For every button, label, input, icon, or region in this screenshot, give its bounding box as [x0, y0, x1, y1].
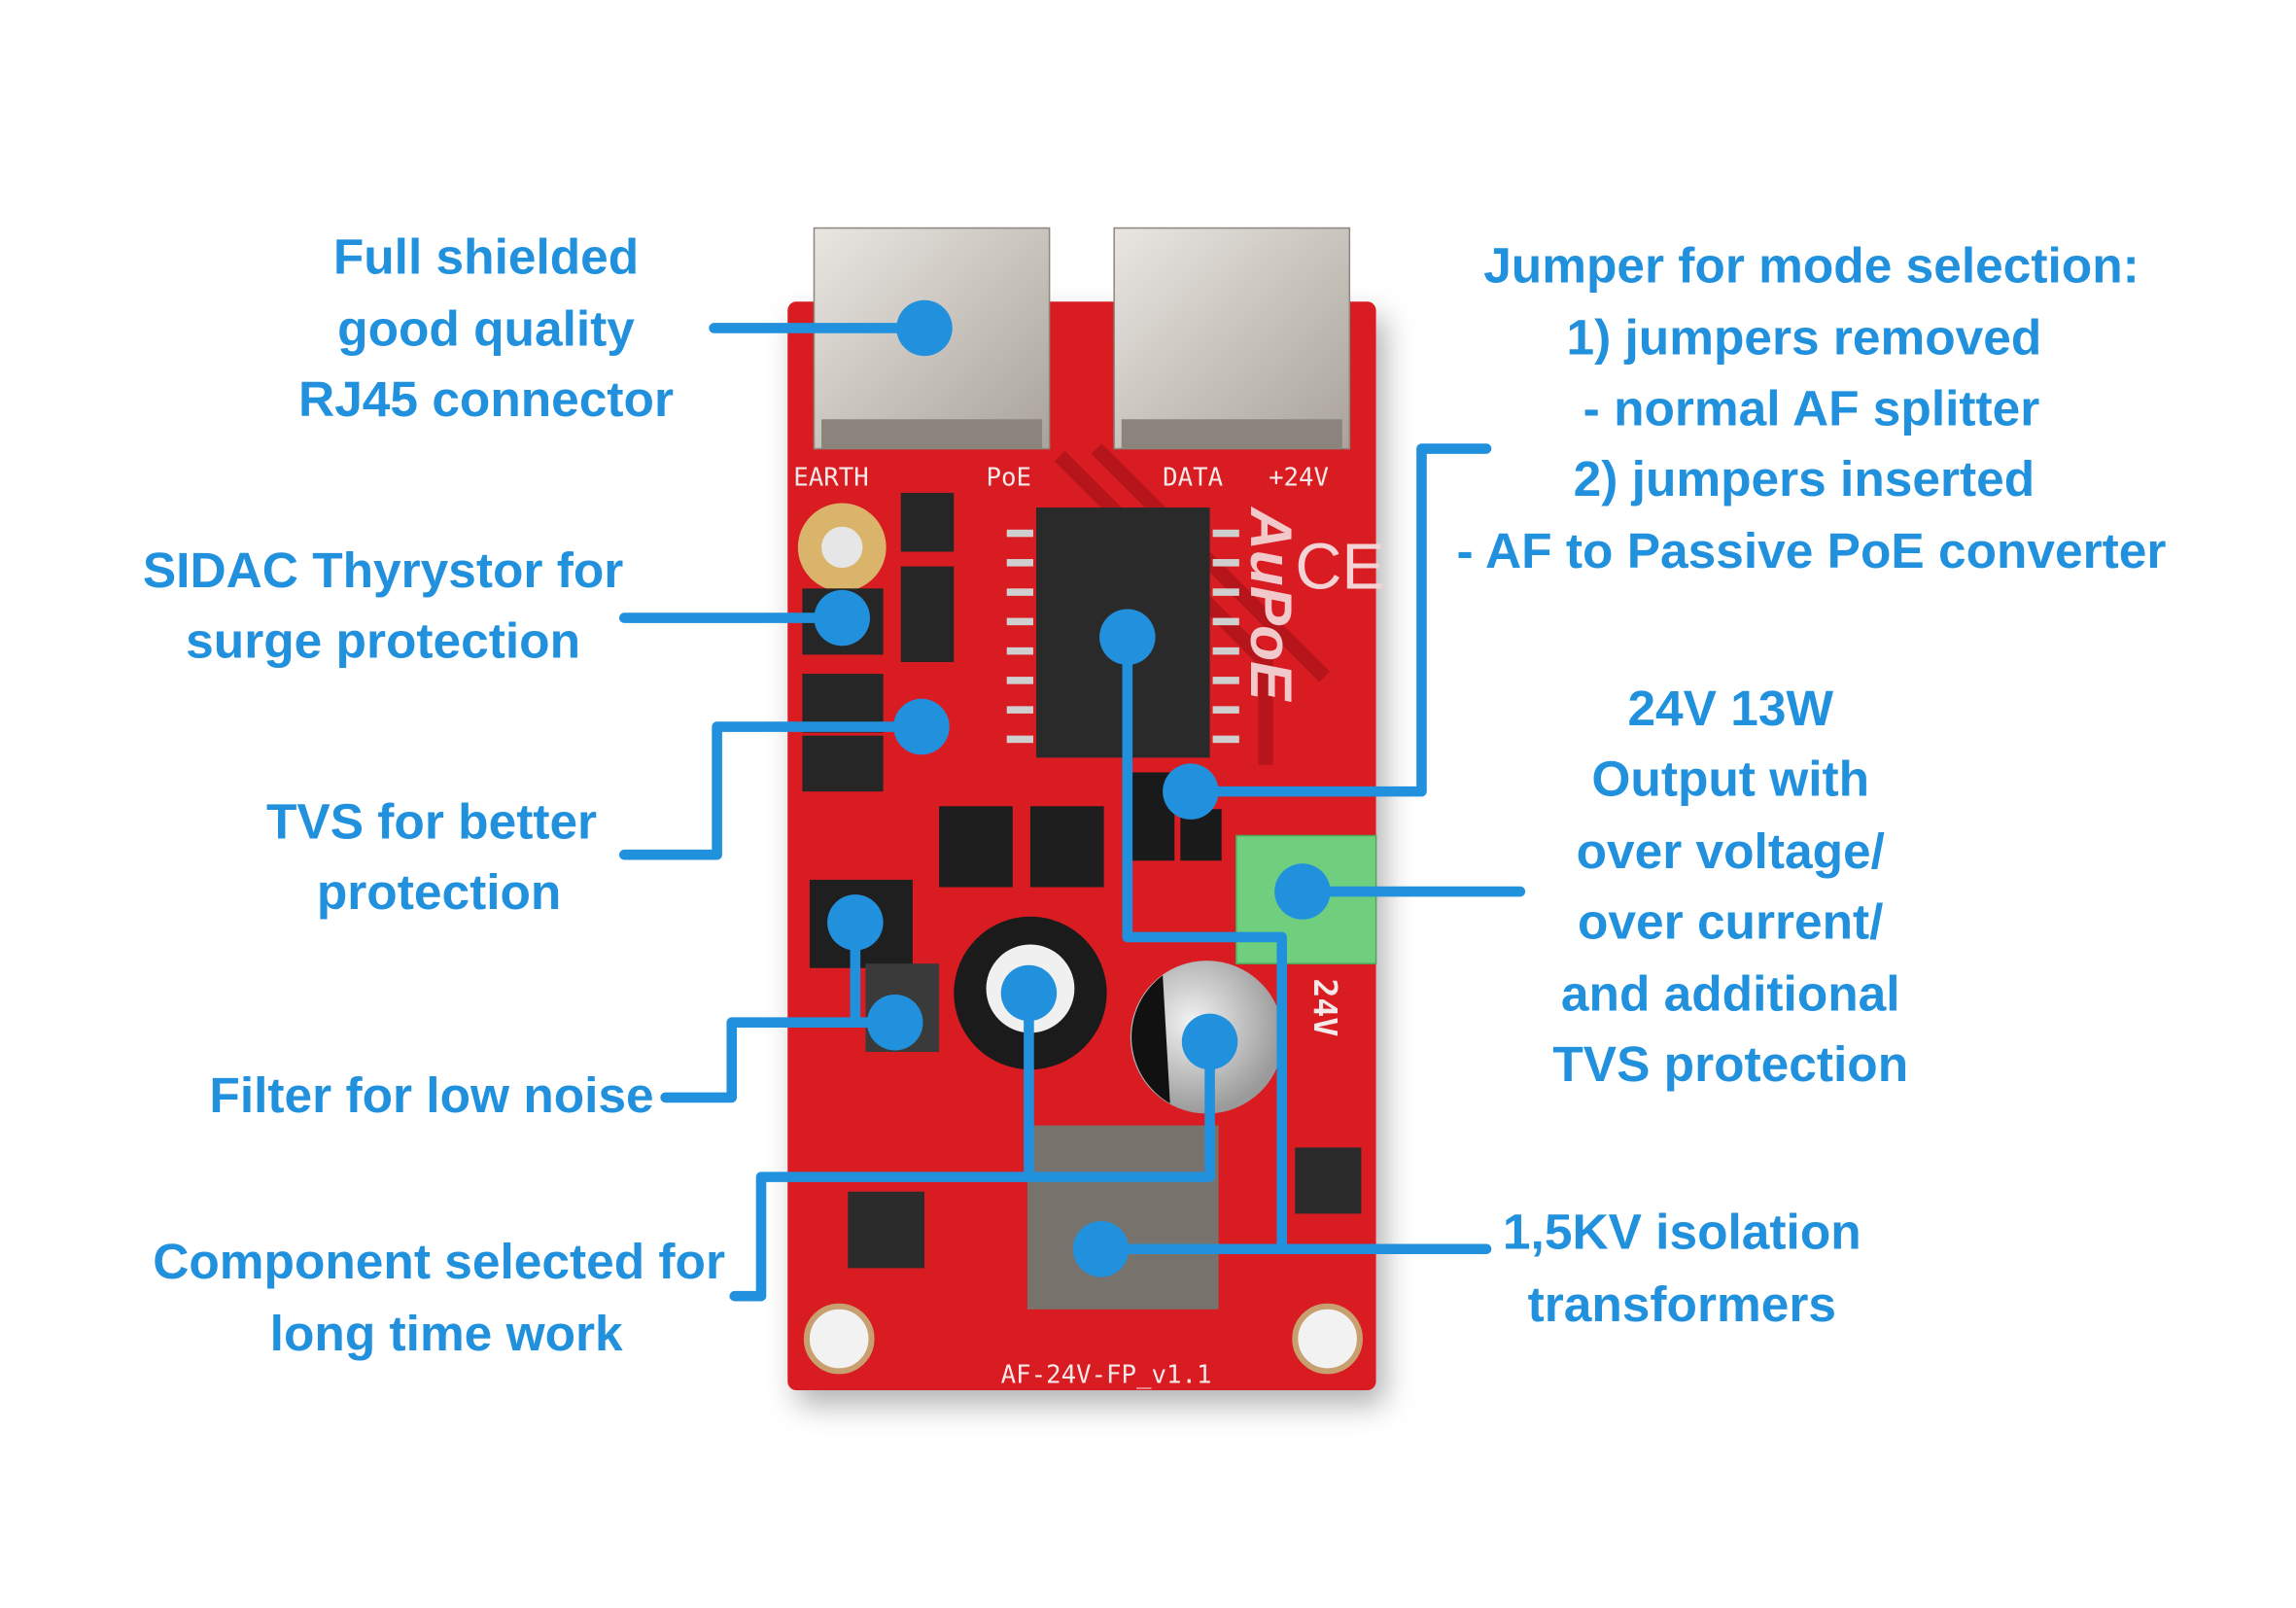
callout-line: Full shielded [333, 227, 639, 284]
callout-output: 24V 13W Output with over voltage/ over c… [1552, 680, 1908, 1092]
isolation-transformer [1026, 1125, 1219, 1310]
callout-line: TVS protection [1552, 1035, 1908, 1092]
callout-line: TVS for better [266, 793, 597, 850]
callout-line: - normal AF splitter [1583, 379, 2040, 436]
silk-model: AF-24V-FP_v1.1 [1001, 1360, 1212, 1389]
marker-dot-tvs [893, 698, 950, 755]
callout-line: good quality [337, 300, 635, 357]
callout-line: over current/ [1578, 892, 1883, 949]
callout-filter: Filter for low noise [209, 1066, 653, 1123]
callout-line: and additional [1561, 965, 1900, 1022]
silk-poe: PoE [987, 463, 1031, 492]
silk-data: DATA [1163, 463, 1223, 492]
pcb-board: EARTH PoE DATA +24V AF-24V-FP_v1.1 24V A… [787, 227, 1385, 1391]
marker-dot-isolation-1 [1099, 609, 1156, 665]
annotated-product-diagram: EARTH PoE DATA +24V AF-24V-FP_v1.1 24V A… [0, 0, 2296, 1608]
marker-dot-sidac [814, 589, 870, 647]
marker-dot-jumper [1163, 763, 1219, 820]
callout-line: SIDAC Thyrystor for [143, 542, 623, 598]
rj45-connector-data [1113, 227, 1351, 450]
mounting-hole [1292, 1303, 1363, 1375]
ce-mark: CE [1295, 531, 1385, 603]
callout-line: Component selected for [153, 1233, 725, 1289]
callout-line: 2) jumpers inserted [1574, 450, 2035, 507]
callout-line: - AF to Passive PoE converter [1457, 522, 2167, 578]
callout-isolation: 1,5KV isolation transformers [1503, 1204, 1861, 1332]
mounting-hole [803, 1303, 875, 1375]
callout-line: RJ45 connector [298, 370, 674, 427]
callout-sidac: SIDAC Thyrystor for surge protection [143, 542, 623, 669]
callout-line: 1) jumpers removed [1566, 309, 2041, 366]
callout-line: Jumper for mode selection: [1483, 237, 2139, 294]
callout-line: Output with [1591, 751, 1869, 807]
marker-dot-output [1274, 863, 1331, 920]
callout-line: protection [317, 863, 561, 920]
callout-line: surge protection [186, 612, 580, 668]
marker-dot-component-2 [1181, 1013, 1238, 1070]
marker-dot-component-1 [1000, 964, 1058, 1022]
callout-component: Component selected for long time work [153, 1233, 725, 1361]
callout-rj45: Full shielded good quality RJ45 connecto… [298, 227, 674, 427]
silk-plus24v: +24V [1269, 463, 1329, 492]
callout-jumper: Jumper for mode selection: 1) jumpers re… [1457, 237, 2167, 579]
callout-line: 24V 13W [1627, 680, 1833, 736]
silk-24v: 24V [1306, 978, 1344, 1036]
silk-earth: EARTH [793, 463, 868, 492]
diagram-canvas: EARTH PoE DATA +24V AF-24V-FP_v1.1 24V A… [143, 227, 2167, 1391]
callout-tvs: TVS for better protection [266, 793, 597, 921]
marker-dot-filter-2 [866, 994, 923, 1051]
marker-dot-rj45 [896, 299, 953, 357]
callout-line: Filter for low noise [209, 1066, 653, 1123]
marker-dot-filter-1 [827, 894, 884, 951]
marker-dot-isolation-2 [1072, 1221, 1130, 1277]
callout-line: over voltage/ [1577, 822, 1885, 879]
callout-line: long time work [270, 1305, 623, 1361]
callout-line: transformers [1528, 1276, 1836, 1332]
callout-line: 1,5KV isolation [1503, 1204, 1861, 1260]
